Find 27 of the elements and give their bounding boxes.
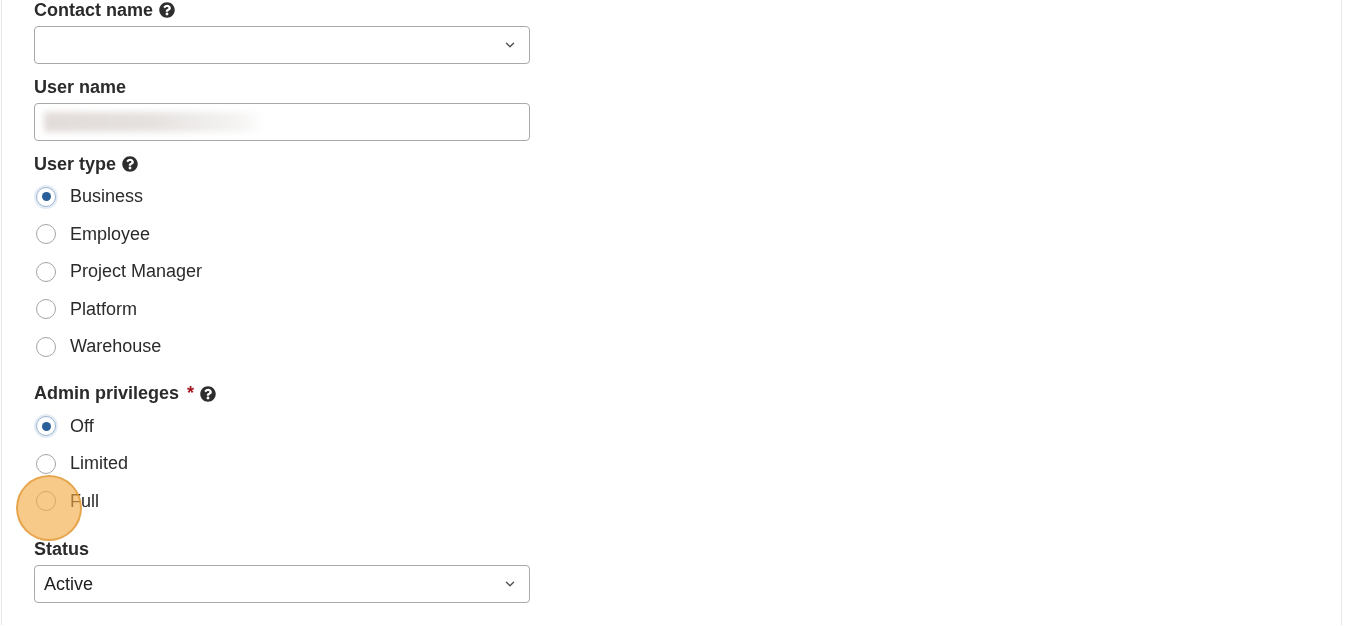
required-mark: * [187, 382, 195, 404]
help-icon[interactable] [122, 156, 139, 172]
option-label[interactable]: Warehouse [70, 336, 162, 358]
select-field[interactable] [34, 26, 530, 64]
select-field[interactable]: Active [34, 565, 530, 603]
option-label[interactable]: Employee [70, 223, 151, 245]
help-icon[interactable] [159, 2, 176, 18]
radio-button[interactable] [36, 299, 56, 320]
field-label: Status [34, 538, 89, 560]
radio-button[interactable] [36, 186, 56, 207]
radio-button[interactable] [36, 336, 56, 357]
field-label: User name [34, 76, 127, 98]
input-field[interactable] [34, 103, 530, 141]
radio-button[interactable] [36, 416, 56, 437]
option-label[interactable]: Platform [70, 298, 138, 320]
field-label: Contact name [34, 0, 154, 21]
option-label[interactable]: Off [70, 415, 94, 437]
radio-button[interactable] [36, 261, 56, 282]
field-label: Admin privileges [34, 383, 180, 404]
field-label: User type [34, 153, 117, 175]
radio-button[interactable] [36, 224, 56, 245]
radio-button[interactable] [36, 491, 56, 512]
option-label[interactable]: Limited [70, 453, 129, 475]
option-label[interactable]: Business [70, 186, 144, 208]
option-label[interactable]: Project Manager [70, 261, 203, 283]
help-icon[interactable] [200, 385, 217, 402]
radio-button[interactable] [36, 453, 56, 474]
